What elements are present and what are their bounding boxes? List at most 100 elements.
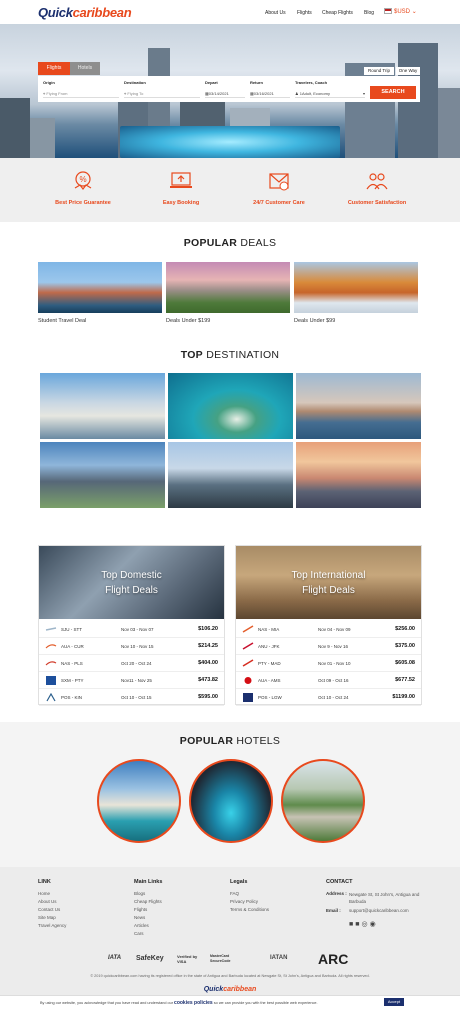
customers-icon xyxy=(366,173,388,190)
origin-label: Origin xyxy=(43,80,55,85)
destination-input[interactable]: ⌖ Flying To xyxy=(124,89,200,98)
origin-input[interactable]: ⌖ Flying From xyxy=(43,89,119,98)
return-input[interactable]: ▦03/16/2021 xyxy=(250,89,290,98)
laptop-booking-icon xyxy=(170,172,192,188)
pinterest-icon[interactable]: ◉ xyxy=(370,921,378,928)
footer-main-articles[interactable]: Articles xyxy=(134,923,149,928)
table-row[interactable]: ANU - JFK Nov 9 - Nov 16 $375.00 xyxy=(236,638,421,655)
copyright-text: © 2019 quickcaribbean.com having its reg… xyxy=(90,974,370,978)
airline-logo-icon xyxy=(244,677,252,684)
popular-deals-title: POPULAR DEALS xyxy=(183,237,277,249)
footer-legal-faq[interactable]: FAQ xyxy=(230,891,239,896)
depart-input[interactable]: ▦03/14/2021 xyxy=(205,89,245,98)
destination-image-4[interactable] xyxy=(40,442,165,508)
hotel-image-1[interactable] xyxy=(97,759,181,843)
airline-logo-icon xyxy=(242,625,254,633)
destination-image-5[interactable] xyxy=(168,442,293,508)
accept-cookies-button[interactable]: Accept xyxy=(384,998,404,1006)
deal-99-image[interactable] xyxy=(294,262,418,313)
address-value: Newgate St, St John's, Antigua and Barbu… xyxy=(349,892,420,904)
international-deals-card: Top International Flight Deals NAS - MIA N… xyxy=(235,545,422,706)
chevron-down-icon: ▾ xyxy=(362,91,365,96)
table-row[interactable]: AUA - AMS Oct 09 - Oct 16 $677.52 xyxy=(236,672,421,689)
round-trip-toggle[interactable]: Round Trip xyxy=(364,67,394,75)
table-row[interactable]: SJU - STT Nov 03 - Nov 07 $106.20 xyxy=(39,621,224,638)
footer-legal-privacy[interactable]: Privacy Policy xyxy=(230,899,258,904)
site-logo[interactable]: Quickcaribbean xyxy=(38,5,132,20)
table-row[interactable]: NAS - PLS Oct 20 - Oct 24 $404.00 xyxy=(39,655,224,672)
domestic-deals-card: Top Domestic Flight Deals SJU - STT Nov 03… xyxy=(38,545,225,706)
travelers-label: Travelers, Coach xyxy=(295,80,328,85)
footer-main-cheap-flights[interactable]: Cheap Flights xyxy=(134,899,162,904)
airline-logo-icon xyxy=(45,627,57,631)
features-strip xyxy=(0,158,460,222)
popular-hotels-title: POPULAR HOTELS xyxy=(179,735,281,747)
discount-tag-icon: % xyxy=(74,171,92,190)
footer-link-home[interactable]: Home xyxy=(38,891,50,896)
destination-image-2[interactable] xyxy=(168,373,293,439)
destination-image-1[interactable] xyxy=(40,373,165,439)
table-row[interactable]: PTY - MAD Nov 01 - Nov 10 $605.08 xyxy=(236,655,421,672)
iata-badge: IATA xyxy=(108,955,122,961)
email-value[interactable]: support@quickcaribbean.com xyxy=(349,908,409,913)
footer-main-blogs[interactable]: Blogs xyxy=(134,891,145,896)
deal-caption-199[interactable]: Deals Under $199 xyxy=(166,318,210,324)
footer-main-flights[interactable]: Flights xyxy=(134,907,147,912)
footer-link-title: LINK xyxy=(38,879,51,885)
deal-caption-student[interactable]: Student Travel Deal xyxy=(38,318,86,324)
footer-main-news[interactable]: News xyxy=(134,915,145,920)
airline-logo-icon xyxy=(46,676,56,685)
footer-link-about[interactable]: About Us xyxy=(38,899,57,904)
destination-image-6[interactable] xyxy=(296,442,421,508)
feature-easy-booking: Easy Booking xyxy=(162,200,200,206)
footer-link-sitemap[interactable]: Site Map xyxy=(38,915,56,920)
international-deals-header: Top International Flight Deals xyxy=(236,546,421,619)
social-icons: ■■◎◉ xyxy=(349,920,378,928)
user-icon: ♟ xyxy=(295,91,299,96)
cookie-policy-link[interactable]: cookies policies xyxy=(174,1000,213,1006)
table-row[interactable]: SXM - PTY Nov11 - Nov 25 $473.82 xyxy=(39,672,224,689)
currency-selector[interactable]: $USD ⌄ xyxy=(384,8,417,15)
table-row[interactable]: AUA - CUR Nov 10 - Nov 15 $214.25 xyxy=(39,638,224,655)
iatan-badge: IATAN xyxy=(270,955,288,961)
hotel-image-2[interactable] xyxy=(189,759,273,843)
return-label: Return xyxy=(250,80,263,85)
footer-link-agency[interactable]: Travel Agency xyxy=(38,923,66,928)
footer-legal-terms[interactable]: Terms & Conditions xyxy=(230,907,269,912)
pool-image xyxy=(120,126,340,158)
map-pin-icon: ⌖ xyxy=(124,91,127,96)
airline-logo-icon xyxy=(242,659,254,667)
tab-flights[interactable]: Flights xyxy=(38,62,70,75)
email-label: Email : xyxy=(326,908,341,913)
footer-logo: Quickcaribbean xyxy=(203,986,257,993)
nav-about[interactable]: About Us xyxy=(265,10,286,16)
footer-main-cars[interactable]: Cars xyxy=(134,931,144,936)
instagram-icon[interactable]: ◎ xyxy=(361,921,369,928)
cookie-text: By using our website, you acknowledge th… xyxy=(40,1000,318,1006)
nav-cheap-flights[interactable]: Cheap Flights xyxy=(322,10,353,16)
tab-hotels[interactable]: Hotels xyxy=(70,62,100,75)
nav-flights[interactable]: Flights xyxy=(297,10,312,16)
table-row[interactable]: POS - KIN Oct 10 - Oct 15 $595.00 xyxy=(39,689,224,706)
footer-link-contact[interactable]: Contact Us xyxy=(38,907,60,912)
customer-care-icon xyxy=(269,173,289,191)
table-row[interactable]: NAS - MIA Nov 04 - Nov 09 $256.00 xyxy=(236,621,421,638)
deal-199-image[interactable] xyxy=(166,262,290,313)
travelers-select[interactable]: ♟ 1Adult, Economy ▾ xyxy=(295,89,365,98)
deal-caption-99[interactable]: Deals Under $99 xyxy=(294,318,335,324)
airline-logo-icon xyxy=(243,693,253,702)
depart-label: Depart xyxy=(205,80,218,85)
nav-blog[interactable]: Blog xyxy=(364,10,374,16)
destination-label: Destination xyxy=(124,80,146,85)
map-pin-icon: ⌖ xyxy=(43,91,46,96)
table-row[interactable]: POS - LGW Oct 10 - Oct 24 $1199.00 xyxy=(236,689,421,706)
destination-image-3[interactable] xyxy=(296,373,421,439)
search-button[interactable]: SEARCH xyxy=(370,86,416,99)
deal-student-image[interactable] xyxy=(38,262,162,313)
hotel-image-3[interactable] xyxy=(281,759,365,843)
arc-badge: ARC xyxy=(318,951,349,967)
footer-legals-title: Legals xyxy=(230,879,248,885)
airline-logo-icon xyxy=(45,644,57,649)
one-way-toggle[interactable]: One Way xyxy=(396,67,420,75)
verified-visa-badge: Verified by VISA xyxy=(177,954,198,964)
